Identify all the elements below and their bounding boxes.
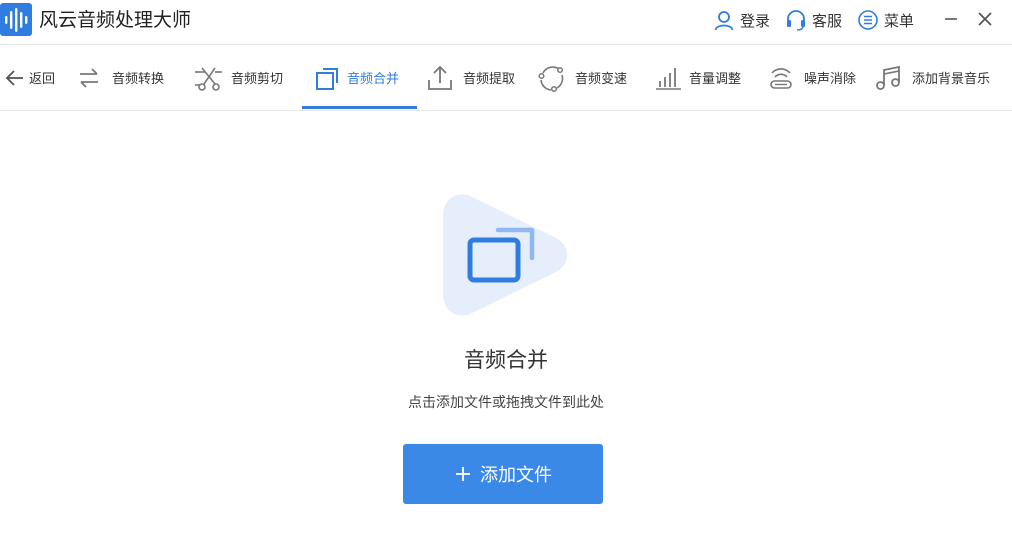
close-icon[interactable] xyxy=(974,8,996,30)
merge-squares-icon xyxy=(316,67,338,90)
scissors-icon xyxy=(195,66,222,91)
tab-volume-adjust[interactable]: 音量调整 xyxy=(653,45,741,110)
merge-squares-icon xyxy=(443,194,568,316)
menu-label: 菜单 xyxy=(884,11,915,30)
back-button[interactable]: 返回 xyxy=(4,45,55,110)
login-button[interactable]: 登录 xyxy=(713,8,770,32)
tab-label: 音频剪切 xyxy=(231,72,284,87)
login-label: 登录 xyxy=(740,11,771,30)
tab-audio-convert[interactable]: 音频转换 xyxy=(74,45,164,110)
toolbar-divider xyxy=(0,110,1012,111)
arrow-left-icon xyxy=(5,69,23,86)
tab-audio-extract[interactable]: 音频提取 xyxy=(425,45,515,110)
noise-wave-icon xyxy=(770,67,792,89)
page-title: 音频合并 xyxy=(464,348,548,372)
app-title: 风云音频处理大师 xyxy=(39,9,192,31)
waveform-icon xyxy=(5,8,28,32)
tab-label: 噪声消除 xyxy=(804,72,857,87)
tab-label: 音频提取 xyxy=(463,72,516,87)
drop-hint-text: 点击添加文件或拖拽文件到此处 xyxy=(408,395,604,411)
tab-audio-merge[interactable]: 音频合并 xyxy=(313,45,399,110)
tool-bar: 返回 音频转换 音频剪切 音频合并 音频提取 音频变速 音量调整 噪声消除 添加… xyxy=(0,45,1012,110)
menu-button[interactable]: 菜单 xyxy=(857,8,914,32)
tab-label: 音频变速 xyxy=(575,72,628,87)
tab-audio-speed[interactable]: 音频变速 xyxy=(537,45,627,110)
music-note-icon xyxy=(876,65,900,90)
speed-circle-icon xyxy=(538,65,564,92)
tab-label: 音量调整 xyxy=(689,72,742,87)
drop-zone-illustration[interactable] xyxy=(440,188,572,322)
customer-service-button[interactable]: 客服 xyxy=(785,8,842,32)
back-label: 返回 xyxy=(29,72,56,87)
upload-tray-icon xyxy=(428,65,452,90)
headset-icon xyxy=(787,10,805,31)
tab-label: 音频转换 xyxy=(112,72,165,87)
customer-service-label: 客服 xyxy=(812,11,843,30)
app-logo xyxy=(0,3,32,36)
convert-arrows-icon xyxy=(80,67,98,88)
menu-list-icon xyxy=(858,10,878,30)
tab-add-background-music[interactable]: 添加背景音乐 xyxy=(874,45,990,110)
add-file-button[interactable]: 添加文件 xyxy=(403,444,603,504)
tab-label: 添加背景音乐 xyxy=(912,72,991,87)
add-file-label: 添加文件 xyxy=(480,465,552,486)
volume-bars-icon xyxy=(656,67,681,90)
plus-icon xyxy=(456,467,470,481)
tab-label: 音频合并 xyxy=(347,72,400,87)
tab-audio-cut[interactable]: 音频剪切 xyxy=(193,45,283,110)
tab-noise-removal[interactable]: 噪声消除 xyxy=(766,45,856,110)
minimize-icon[interactable] xyxy=(940,8,962,30)
active-tab-indicator xyxy=(302,106,417,109)
title-bar: 风云音频处理大师 登录 客服 菜单 xyxy=(0,0,1012,42)
user-icon xyxy=(714,11,734,31)
